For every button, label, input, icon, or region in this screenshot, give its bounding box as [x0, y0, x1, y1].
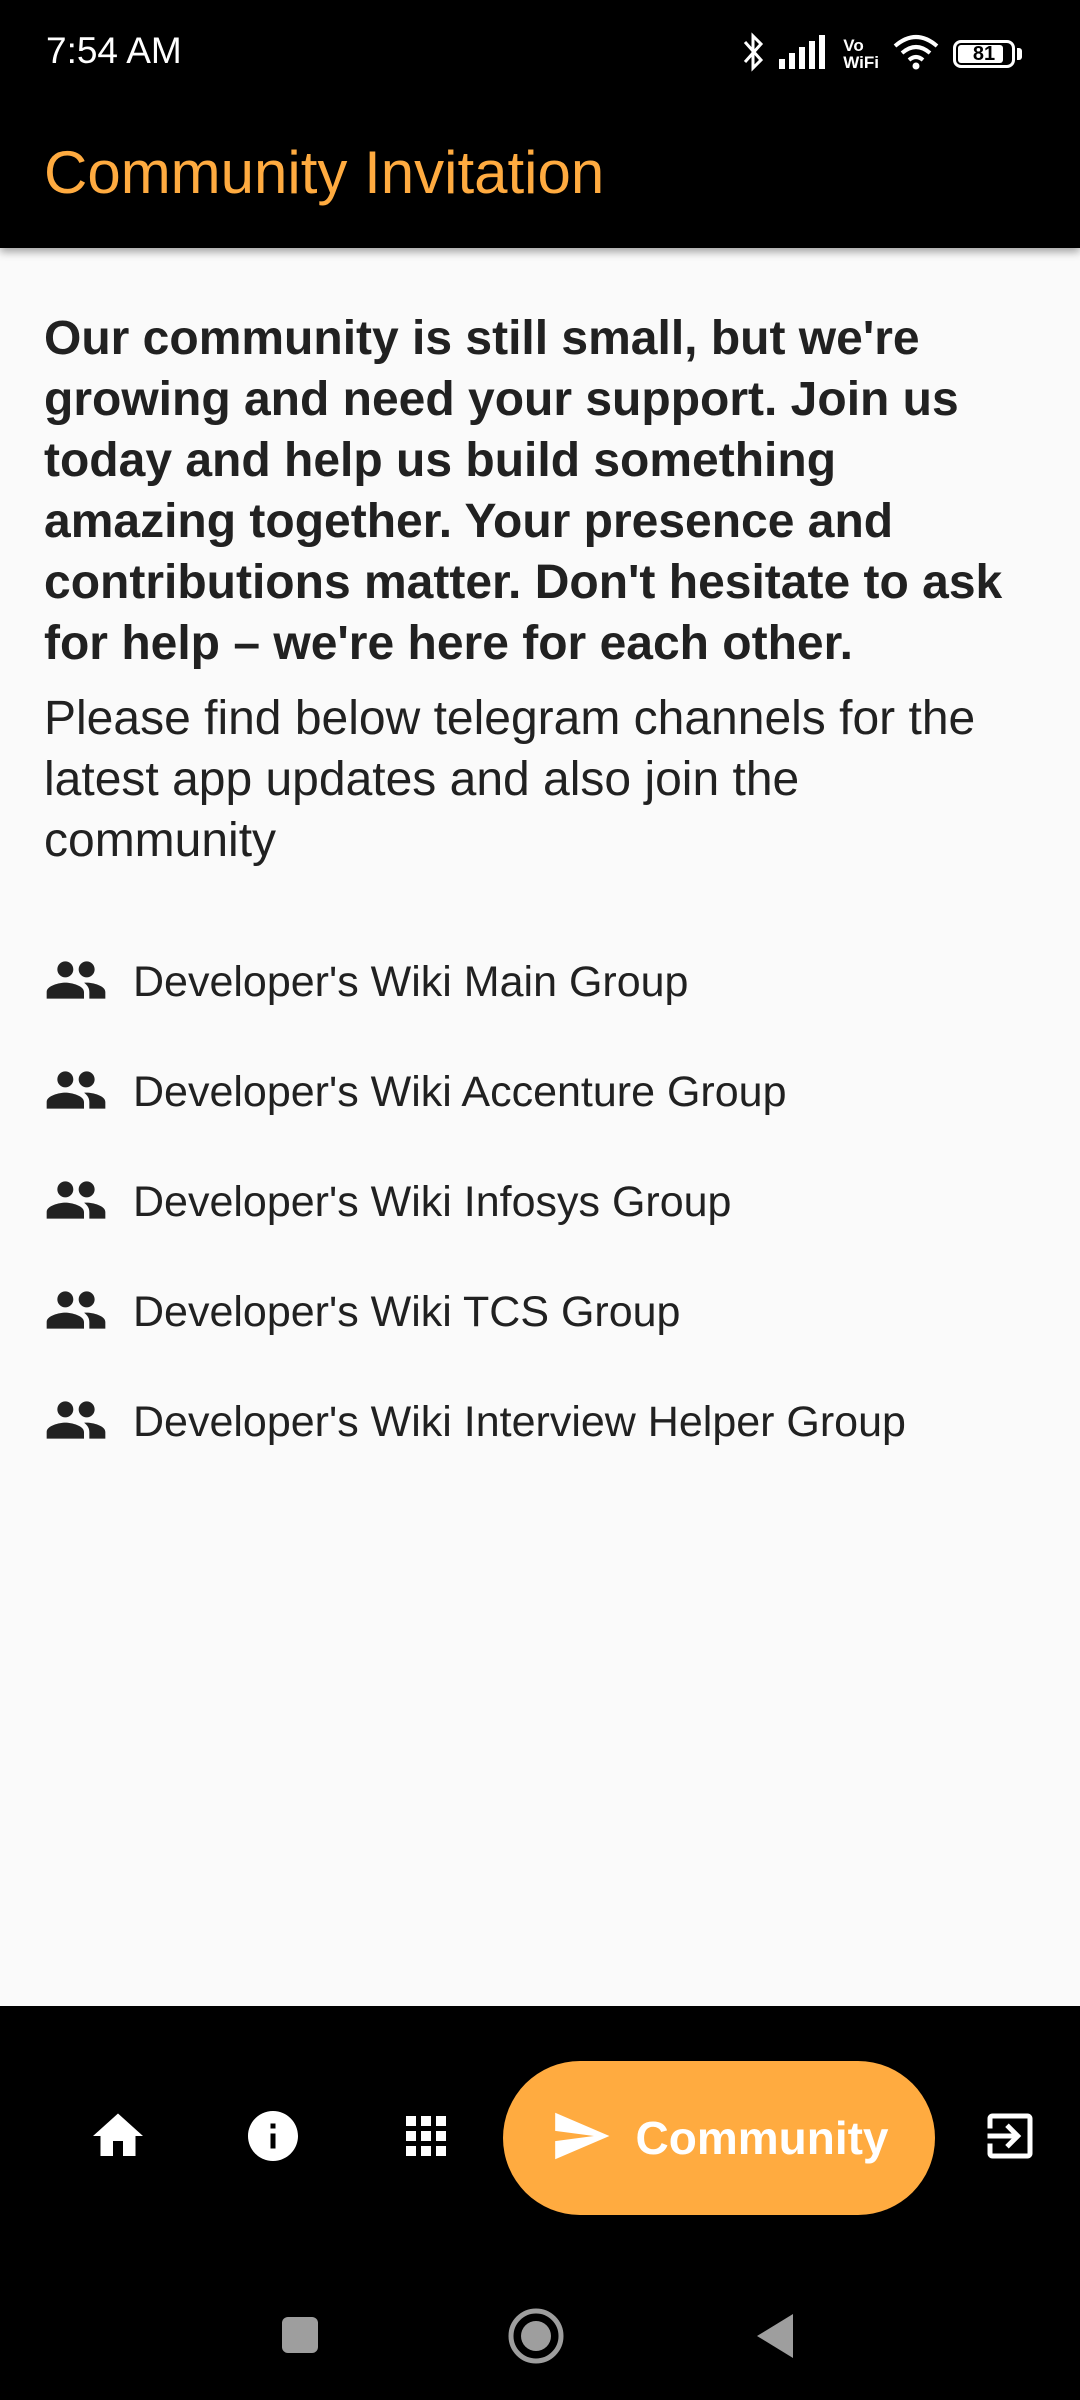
nav-logout-button[interactable]: [970, 2103, 1050, 2173]
battery-cap: [1017, 48, 1022, 60]
group-label: Developer's Wiki Accenture Group: [133, 1067, 787, 1116]
app-bar: Community Invitation: [0, 108, 1080, 248]
signal-icon: [779, 34, 829, 74]
vowifi-top: Vo: [843, 36, 864, 55]
nav-info-button[interactable]: [233, 2103, 313, 2173]
group-label: Developer's Wiki Interview Helper Group: [133, 1397, 906, 1446]
recents-button[interactable]: [270, 2310, 330, 2360]
bluetooth-icon: [741, 31, 765, 77]
apps-grid-icon: [396, 2106, 456, 2171]
nav-community-label: Community: [635, 2112, 889, 2164]
battery-level: 81: [972, 42, 996, 65]
page-title: Community Invitation: [44, 139, 605, 206]
people-icon: [44, 1278, 108, 1347]
people-icon: [44, 948, 108, 1017]
status-time: 7:54 AM: [46, 30, 182, 71]
group-item-main[interactable]: Developer's Wiki Main Group: [44, 927, 1034, 1037]
status-bar: 7:54 AM Vo WiFi 81: [0, 0, 1080, 108]
intro-text: Our community is still small, but we're …: [44, 312, 1003, 670]
vowifi-icon: Vo WiFi: [843, 37, 879, 71]
home-icon: [88, 2106, 148, 2171]
status-icons: Vo WiFi 81: [741, 28, 1022, 80]
nav-apps-button[interactable]: [386, 2103, 466, 2173]
people-icon: [44, 1388, 108, 1457]
group-label: Developer's Wiki TCS Group: [133, 1287, 681, 1336]
group-item-accenture[interactable]: Developer's Wiki Accenture Group: [44, 1037, 1034, 1147]
nav-home-button[interactable]: [78, 2103, 158, 2173]
info-icon: [243, 2106, 303, 2171]
group-label: Developer's Wiki Main Group: [133, 957, 689, 1006]
subtitle-text: Please find below telegram channels for …: [44, 692, 976, 867]
send-icon: [550, 2105, 612, 2172]
home-button[interactable]: [500, 2305, 572, 2367]
nav-community-button[interactable]: Community: [503, 2061, 935, 2215]
people-icon: [44, 1058, 108, 1127]
main-content: Our community is still small, but we're …: [44, 308, 1034, 1477]
logout-icon: [980, 2106, 1040, 2171]
group-item-tcs[interactable]: Developer's Wiki TCS Group: [44, 1257, 1034, 1367]
vowifi-bottom: WiFi: [843, 53, 879, 72]
back-button[interactable]: [745, 2308, 805, 2364]
battery-icon: 81: [953, 40, 1015, 68]
group-label: Developer's Wiki Infosys Group: [133, 1177, 732, 1226]
wifi-icon: [893, 34, 939, 75]
people-icon: [44, 1168, 108, 1237]
group-list: Developer's Wiki Main Group Developer's …: [44, 927, 1034, 1477]
group-item-infosys[interactable]: Developer's Wiki Infosys Group: [44, 1147, 1034, 1257]
group-item-interview-helper[interactable]: Developer's Wiki Interview Helper Group: [44, 1367, 1034, 1477]
